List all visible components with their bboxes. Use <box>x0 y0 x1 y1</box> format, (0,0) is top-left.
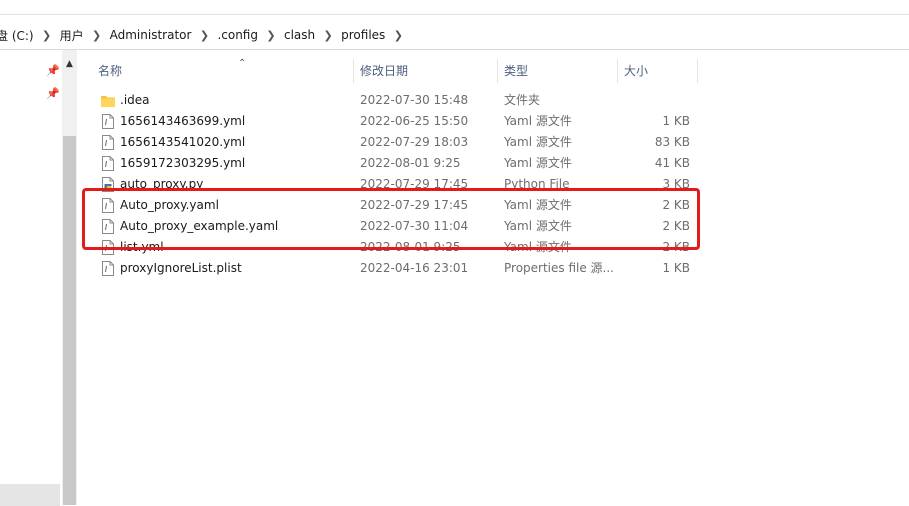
file-modified-date: 2022-04-16 23:01 <box>360 261 469 275</box>
file-name: list.yml <box>120 240 164 254</box>
file-type: Yaml 源文件 <box>504 219 572 233</box>
nav-scrollbar[interactable]: ▲ <box>62 50 77 505</box>
file-name: Auto_proxy_example.yaml <box>120 219 279 233</box>
file-type: Yaml 源文件 <box>504 240 572 254</box>
chevron-right-icon[interactable]: ❯ <box>387 29 409 42</box>
chevron-right-icon[interactable]: ❯ <box>36 29 58 42</box>
column-header-name[interactable]: 名称 ⌃ <box>98 58 354 83</box>
sort-ascending-icon: ⌃ <box>238 58 247 69</box>
file-type: Properties file 源... <box>504 261 614 275</box>
column-header-type[interactable]: 类型 <box>504 59 618 83</box>
breadcrumb-profiles[interactable]: profiles <box>339 28 387 42</box>
file-list[interactable]: 名称 ⌃ 修改日期 类型 大小 .idea 2022-07-30 15:48 文件夹… <box>78 50 909 505</box>
file-size: 3 KB <box>662 177 690 191</box>
file-row[interactable]: 1656143541020.yml 2022-07-29 18:03 Yaml 源文… <box>78 132 698 153</box>
file-name: 1659172303295.yml <box>120 156 246 170</box>
file-size <box>618 90 690 111</box>
file-size: 2 KB <box>662 219 690 233</box>
file-name: 1656143541020.yml <box>120 135 246 149</box>
breadcrumb-clash[interactable]: clash <box>282 28 317 42</box>
file-row[interactable]: 1659172303295.yml 2022-08-01 9:25 Yaml 源文件… <box>78 153 698 174</box>
breadcrumb-config[interactable]: .config <box>215 28 260 42</box>
file-size: 83 KB <box>654 135 690 149</box>
file-size: 2 KB <box>662 198 690 212</box>
column-header-date[interactable]: 修改日期 <box>360 59 498 83</box>
breadcrumb-drive[interactable]: 盘 (C:) <box>0 27 36 44</box>
breadcrumb-users[interactable]: 用户 <box>58 27 86 44</box>
file-row[interactable]: auto_proxy.py 2022-07-29 17:45 Python File… <box>78 174 698 195</box>
file-name: 1656143463699.yml <box>120 114 246 128</box>
pin-icon[interactable]: 📌 <box>46 64 60 78</box>
file-name: auto_proxy.py <box>120 177 204 191</box>
file-modified-date: 2022-07-29 17:45 <box>360 177 469 191</box>
file-modified-date: 2022-07-29 18:03 <box>360 135 469 149</box>
navigation-pane[interactable]: 📌 📌 <box>0 50 62 506</box>
file-row[interactable]: .idea 2022-07-30 15:48 文件夹 <box>78 90 698 111</box>
column-header-size[interactable]: 大小 <box>624 59 698 83</box>
file-row[interactable]: proxyIgnoreList.plist 2022-04-16 23:01 Pro… <box>78 258 698 279</box>
file-row[interactable]: Auto_proxy_example.yaml 2022-07-30 11:04 Y… <box>78 216 698 237</box>
window-top-edge <box>0 0 909 15</box>
file-type: 文件夹 <box>504 93 541 107</box>
file-type: Yaml 源文件 <box>504 198 572 212</box>
chevron-right-icon[interactable]: ❯ <box>260 29 282 42</box>
file-modified-date: 2022-07-29 17:45 <box>360 198 469 212</box>
file-size: 41 KB <box>654 156 690 170</box>
file-row[interactable]: 1656143463699.yml 2022-06-25 15:50 Yaml 源文… <box>78 111 698 132</box>
column-header-row: 名称 ⌃ 修改日期 类型 大小 <box>78 58 698 83</box>
scroll-thumb[interactable] <box>63 136 76 505</box>
file-type: Yaml 源文件 <box>504 114 572 128</box>
chevron-right-icon[interactable]: ❯ <box>317 29 339 42</box>
file-type: Yaml 源文件 <box>504 156 572 170</box>
file-row[interactable]: list.yml 2022-08-01 9:25 Yaml 源文件 2 KB <box>78 237 698 258</box>
file-size: 1 KB <box>662 114 690 128</box>
file-type: Yaml 源文件 <box>504 135 572 149</box>
file-modified-date: 2022-06-25 15:50 <box>360 114 469 128</box>
chevron-right-icon[interactable]: ❯ <box>193 29 215 42</box>
file-row[interactable]: Auto_proxy.yaml 2022-07-29 17:45 Yaml 源文件 2… <box>78 195 698 216</box>
address-bar[interactable]: 盘 (C:) ❯ 用户 ❯ Administrator ❯ .config ❯ … <box>0 21 909 50</box>
file-modified-date: 2022-07-30 11:04 <box>360 219 469 233</box>
file-name: Auto_proxy.yaml <box>120 198 219 212</box>
file-name: proxyIgnoreList.plist <box>120 261 242 275</box>
file-size: 1 KB <box>662 261 690 275</box>
file-name: .idea <box>120 93 150 107</box>
file-size: 2 KB <box>662 240 690 254</box>
file-modified-date: 2022-07-30 15:48 <box>360 93 469 107</box>
breadcrumb-administrator[interactable]: Administrator <box>108 28 194 42</box>
file-modified-date: 2022-08-01 9:25 <box>360 240 461 254</box>
nav-selected-item[interactable] <box>0 484 60 506</box>
scroll-up-arrow-icon[interactable]: ▲ <box>62 58 77 70</box>
file-type: Python File <box>504 177 570 191</box>
file-modified-date: 2022-08-01 9:25 <box>360 156 461 170</box>
chevron-right-icon[interactable]: ❯ <box>86 29 108 42</box>
pin-icon[interactable]: 📌 <box>46 87 60 101</box>
